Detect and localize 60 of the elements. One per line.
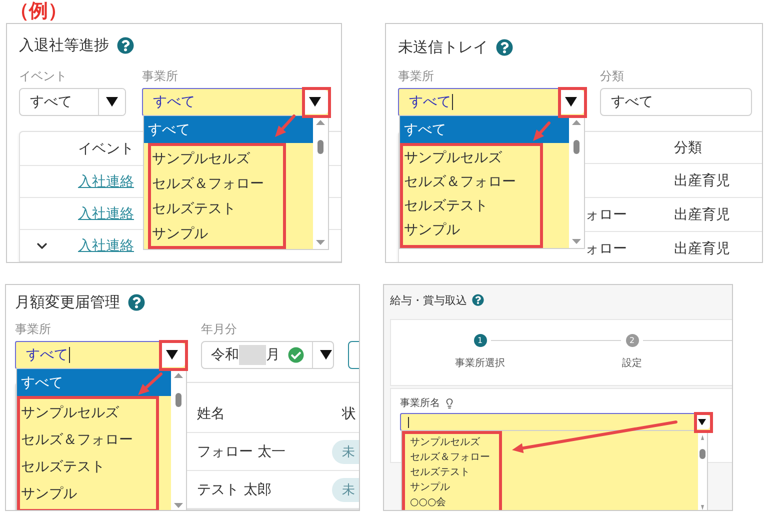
table-cell: テスト 太郎 (197, 480, 272, 498)
help-icon[interactable] (117, 36, 134, 54)
scrollbar[interactable] (569, 116, 584, 248)
step-number: 2 (626, 334, 638, 347)
dropdown-option[interactable]: すべて (400, 116, 569, 143)
scrollbar[interactable] (171, 369, 186, 510)
column-header: イベント (78, 140, 134, 158)
step-label: 事業所選択 (455, 356, 505, 370)
callout-arrow (275, 114, 296, 137)
text-cursor (69, 347, 70, 363)
panel-title: 月額変更届管理 (15, 292, 120, 312)
table-cell: 出産育児 (674, 240, 730, 258)
panel-title: 給与・賞与取込 (390, 292, 467, 308)
filter-label: 年月分 (201, 321, 238, 338)
filter-label: イベント (19, 68, 68, 85)
select-field[interactable]: すべて (19, 88, 126, 116)
dropdown-option[interactable]: すべて (144, 116, 313, 143)
step-number: 1 (474, 334, 486, 347)
table-cell: ォロー (585, 206, 627, 224)
column-header: 姓名 (197, 405, 225, 423)
caret-icon (565, 97, 577, 107)
table-cell: フォロー 太一 (197, 442, 286, 460)
caret-icon (106, 97, 118, 107)
event-link[interactable]: 入社連絡 (78, 204, 134, 222)
lightbulb-icon[interactable] (444, 398, 455, 408)
panel-title: 未送信トレイ (398, 38, 488, 56)
text-cursor (452, 94, 453, 110)
caret-icon (698, 418, 706, 426)
redaction-block (239, 345, 266, 365)
select-field[interactable]: すべて (600, 88, 752, 116)
table-cell: 出産育児 (674, 172, 730, 190)
column-header: 状 (341, 405, 356, 423)
filter-label: 事業所 (15, 321, 52, 338)
help-icon[interactable] (128, 294, 145, 310)
status-badge: 未 (332, 478, 359, 502)
filter-label: 分類 (600, 68, 625, 85)
filter-label: 事業所 (142, 68, 179, 85)
panel-title: 入退社等進捗 (19, 36, 109, 54)
caret-icon (166, 350, 178, 360)
table-cell: ォロー (585, 240, 627, 258)
scrollbar[interactable] (313, 116, 328, 249)
table-cell: 出産育児 (674, 206, 730, 224)
scrollbar[interactable] (698, 431, 707, 510)
help-icon[interactable] (496, 38, 513, 56)
dropdown-toggle[interactable] (98, 89, 125, 115)
text-cursor (408, 416, 409, 428)
event-link[interactable]: 入社連絡 (78, 236, 134, 254)
step-label: 設定 (622, 356, 642, 370)
status-badge: 未 (332, 440, 359, 464)
event-link[interactable]: 入社連絡 (78, 172, 134, 190)
example-heading: （例） (9, 0, 68, 22)
filter-label: 事業所 (398, 68, 435, 85)
column-header: 分類 (674, 138, 702, 156)
callout-arrow (533, 122, 550, 141)
dropdown-option[interactable]: すべて (17, 369, 171, 396)
help-icon[interactable] (472, 294, 484, 306)
caret-icon (320, 350, 332, 360)
select-field[interactable]: 令和 月 (201, 341, 334, 369)
field-label: 事業所名 (400, 396, 440, 410)
caret-icon (309, 97, 321, 107)
